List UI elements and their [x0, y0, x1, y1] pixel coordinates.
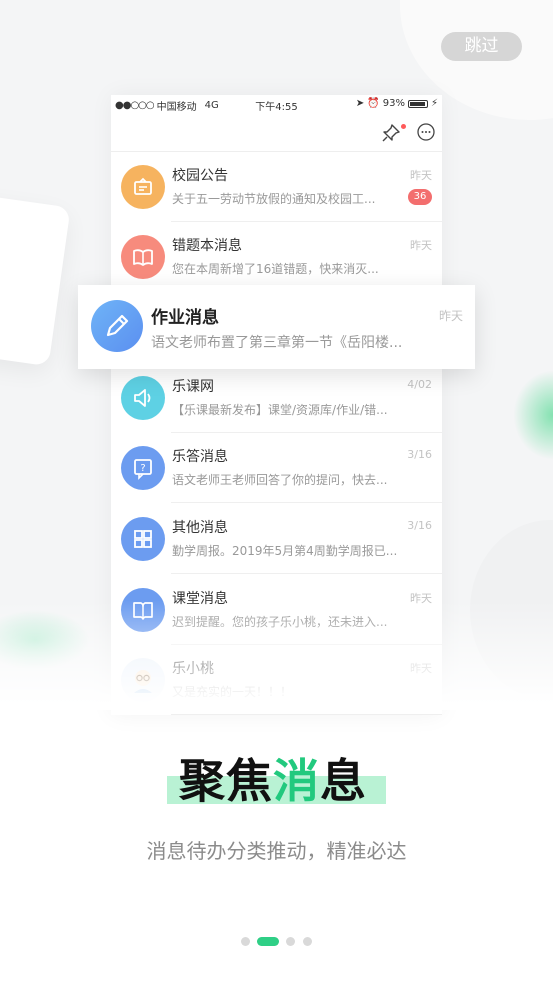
- bottom-fade: [0, 600, 553, 710]
- message-item[interactable]: 乐课网【乐课最新发布】课堂/资源库/作业/错... 4/02: [111, 363, 442, 433]
- headline-part1: 聚焦: [179, 754, 273, 808]
- featured-title: 作业消息: [151, 308, 219, 328]
- battery-percent: 93%: [382, 98, 405, 109]
- featured-time: 昨天: [438, 309, 463, 323]
- divider: [171, 573, 442, 574]
- message-preview: 【乐课最新发布】课堂/资源库/作业/错...: [172, 403, 388, 417]
- featured-preview: 语文老师布置了第三章第一节《岳阳楼...: [151, 335, 403, 351]
- page-dot[interactable]: [286, 937, 295, 946]
- charging-icon: ⚡: [430, 98, 438, 109]
- more-icon[interactable]: [417, 123, 435, 141]
- subtitle: 消息待办分类推动，精准必达: [146, 839, 407, 863]
- pencil-icon: [91, 300, 143, 352]
- message-time: 昨天: [410, 169, 432, 182]
- message-preview: 语文老师王老师回答了你的提问，快去...: [172, 473, 388, 487]
- status-bar: ●●○○○ 中国移动 4G 下午4:55 ➤ ⏰ 93% ⚡: [111, 95, 442, 115]
- grid-icon: [121, 517, 165, 561]
- headline-text: 聚焦消息: [179, 745, 367, 811]
- message-time: 昨天: [410, 239, 432, 252]
- message-title: 错题本消息: [172, 238, 242, 254]
- toolbar: [111, 115, 442, 152]
- message-title: 校园公告: [172, 168, 228, 184]
- bg-glow-right: [513, 370, 553, 460]
- message-title: 乐答消息: [172, 449, 228, 465]
- battery-icon: [407, 99, 428, 108]
- bg-card-left: [0, 193, 71, 367]
- message-title: 乐课网: [172, 379, 214, 395]
- message-preview: 关于五一劳动节放假的通知及校园工...: [172, 192, 376, 206]
- message-item[interactable]: 校园公告关于五一劳动节放假的通知及校园工... 昨天 36: [111, 152, 442, 222]
- alarm-icon: ⏰: [367, 98, 380, 109]
- headline-accent: 消: [273, 754, 320, 808]
- question-icon: ?: [121, 446, 165, 490]
- page-dot-active[interactable]: [257, 937, 279, 946]
- headline-part2: 息: [320, 754, 367, 808]
- message-time: 3/16: [407, 519, 432, 532]
- message-preview: 勤学周报。2019年5月第4周勤学周报已...: [172, 544, 397, 558]
- page-dot[interactable]: [303, 937, 312, 946]
- headline: 聚焦消息: [165, 745, 387, 808]
- svg-text:?: ?: [140, 463, 145, 474]
- divider: [171, 502, 442, 503]
- book-icon: [121, 235, 165, 279]
- skip-button[interactable]: 跳过: [441, 32, 522, 61]
- message-preview: 您在本周新增了16道错题，快来消灭...: [172, 262, 379, 276]
- message-title: 其他消息: [172, 520, 228, 536]
- message-item[interactable]: 错题本消息您在本周新增了16道错题，快来消灭... 昨天: [111, 222, 442, 292]
- page-dot[interactable]: [241, 937, 250, 946]
- notification-dot: [401, 124, 406, 129]
- featured-message-card[interactable]: 作业消息 语文老师布置了第三章第一节《岳阳楼... 昨天: [78, 285, 475, 369]
- message-time: 3/16: [407, 448, 432, 461]
- announcement-icon: [121, 165, 165, 209]
- page-indicator: [0, 937, 553, 947]
- location-icon: ➤: [355, 98, 365, 109]
- speaker-icon: [121, 376, 165, 420]
- unread-badge: 36: [408, 189, 432, 205]
- message-item[interactable]: 其他消息勤学周报。2019年5月第4周勤学周报已... 3/16: [111, 504, 442, 574]
- pin-icon[interactable]: [381, 123, 401, 143]
- message-time: 4/02: [407, 378, 432, 391]
- message-item[interactable]: ? 乐答消息语文老师王老师回答了你的提问，快去... 3/16: [111, 433, 442, 503]
- divider: [171, 714, 442, 715]
